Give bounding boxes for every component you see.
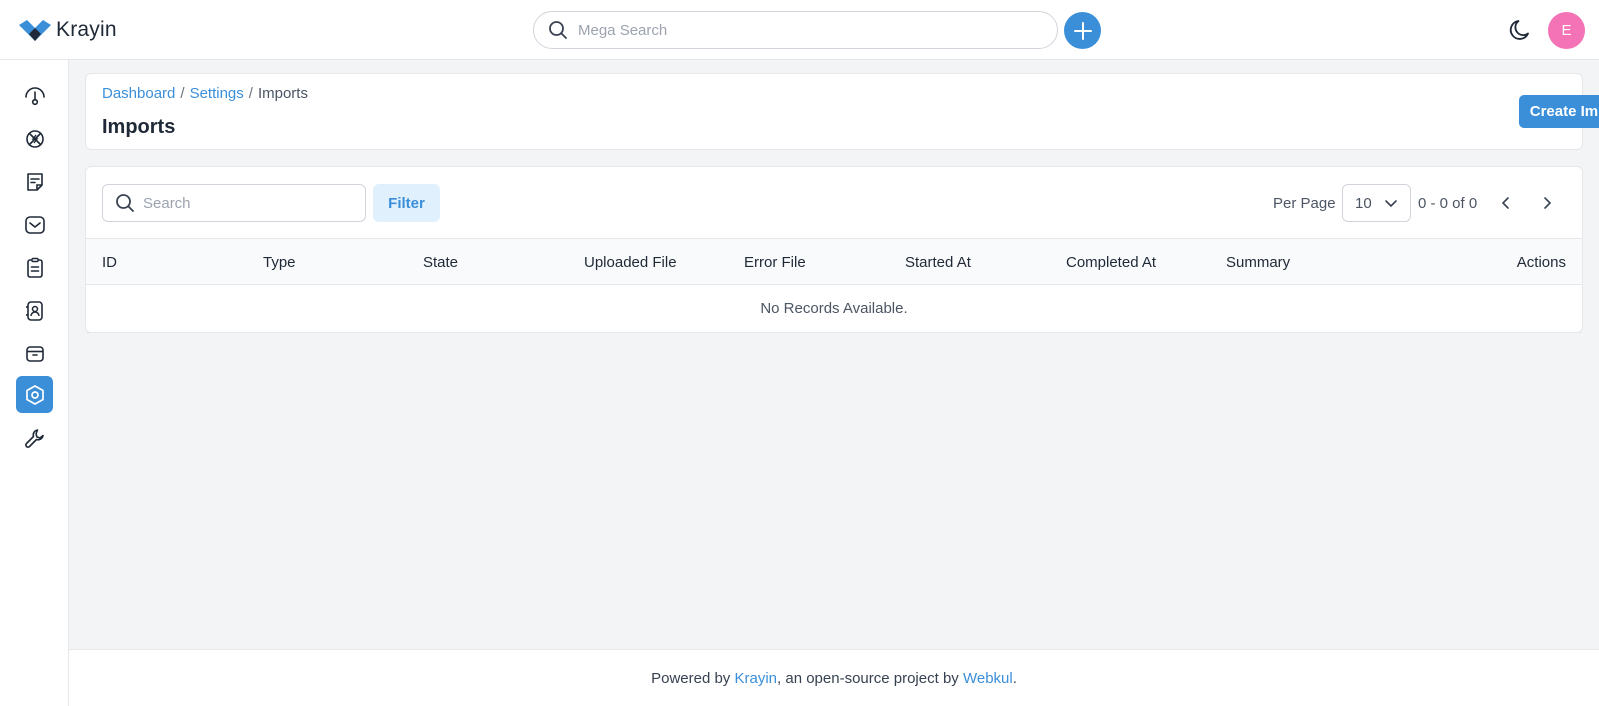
- column-header-type[interactable]: Type: [263, 254, 296, 271]
- moon-icon: [1509, 20, 1529, 40]
- footer-prefix: Powered by: [651, 669, 731, 687]
- sidebar-item-activities[interactable]: [16, 249, 53, 286]
- user-avatar[interactable]: E: [1548, 12, 1585, 49]
- quick-create-button[interactable]: [1064, 12, 1101, 49]
- dark-mode-toggle[interactable]: [1508, 17, 1534, 43]
- quotes-icon: [26, 172, 43, 191]
- chevron-left-icon: [1501, 197, 1509, 209]
- previous-page-button[interactable]: [1494, 191, 1518, 215]
- activities-icon: [26, 257, 43, 278]
- breadcrumb-separator: /: [248, 85, 253, 102]
- column-header-state[interactable]: State: [423, 254, 458, 271]
- mail-icon: [24, 215, 45, 234]
- column-header-summary[interactable]: Summary: [1226, 254, 1290, 271]
- logo-text: Krayin: [56, 18, 117, 41]
- sidebar-item-settings[interactable]: [16, 376, 53, 413]
- sidebar-item-contacts[interactable]: [16, 292, 53, 329]
- create-import-button[interactable]: Create Import: [1519, 95, 1599, 128]
- footer-middle: , an open-source project by: [777, 669, 959, 687]
- next-page-button[interactable]: [1535, 191, 1559, 215]
- sidebar-item-products[interactable]: [16, 335, 53, 372]
- footer-suffix: .: [1012, 669, 1017, 687]
- per-page-select[interactable]: 10: [1342, 184, 1411, 222]
- column-header-id[interactable]: ID: [102, 254, 117, 271]
- breadcrumb-dashboard[interactable]: Dashboard: [102, 85, 175, 102]
- settings-icon: [25, 384, 44, 405]
- sidebar-item-dashboard[interactable]: [16, 77, 53, 114]
- page-header-card: Dashboard / Settings / Imports Imports C…: [85, 73, 1599, 150]
- column-header-completed-at[interactable]: Completed At: [1066, 254, 1156, 271]
- column-header-error-file[interactable]: Error File: [744, 254, 806, 271]
- per-page-value: 10: [1355, 194, 1372, 212]
- breadcrumb-separator: /: [180, 85, 185, 102]
- chevron-down-icon: [1385, 200, 1397, 208]
- table-header: ID Type State Uploaded File Error File S…: [86, 238, 1582, 285]
- breadcrumb-current: Imports: [257, 85, 308, 102]
- footer-krayin-link[interactable]: Krayin: [734, 670, 777, 687]
- search-icon: [549, 21, 567, 39]
- search-icon: [116, 194, 134, 212]
- leads-icon: [25, 129, 44, 148]
- products-icon: [25, 345, 44, 362]
- filter-button[interactable]: Filter: [373, 184, 440, 222]
- datagrid-card: Filter Per Page 10 0 - 0 of 0 ID Type St…: [85, 166, 1583, 333]
- krayin-logo[interactable]: Krayin: [18, 17, 117, 43]
- dashboard-icon: [24, 86, 45, 105]
- page-title: Imports: [102, 116, 176, 138]
- column-header-started-at[interactable]: Started At: [905, 254, 971, 271]
- column-header-actions: Actions: [1516, 254, 1566, 271]
- empty-state-message: No Records Available.: [86, 285, 1582, 333]
- datagrid-search-input[interactable]: [143, 194, 353, 212]
- sidebar-item-mail[interactable]: [16, 206, 53, 243]
- sidebar-item-configuration[interactable]: [16, 419, 53, 456]
- mega-search-input[interactable]: [578, 21, 1028, 39]
- datagrid-search[interactable]: [102, 184, 366, 222]
- chevron-right-icon: [1544, 197, 1552, 209]
- sidebar: [0, 60, 69, 706]
- breadcrumb-settings[interactable]: Settings: [190, 85, 244, 102]
- contacts-icon: [25, 300, 43, 321]
- plus-icon: [1073, 21, 1092, 40]
- footer: Powered by Krayin, an open-source projec…: [69, 649, 1599, 706]
- per-page-label: Per Page: [1273, 195, 1336, 212]
- sidebar-item-quotes[interactable]: [16, 163, 53, 200]
- column-header-uploaded-file[interactable]: Uploaded File: [584, 254, 677, 271]
- pagination-info: 0 - 0 of 0: [1418, 195, 1478, 212]
- mega-search-bar[interactable]: [533, 11, 1058, 49]
- main-content: Dashboard / Settings / Imports Imports C…: [69, 60, 1599, 649]
- sidebar-item-leads[interactable]: [16, 120, 53, 157]
- footer-webkul-link[interactable]: Webkul: [963, 670, 1013, 687]
- top-header: Krayin E: [0, 0, 1599, 60]
- wrench-icon: [24, 428, 44, 448]
- breadcrumb: Dashboard / Settings / Imports: [102, 85, 308, 102]
- krayin-logo-icon: [19, 20, 51, 41]
